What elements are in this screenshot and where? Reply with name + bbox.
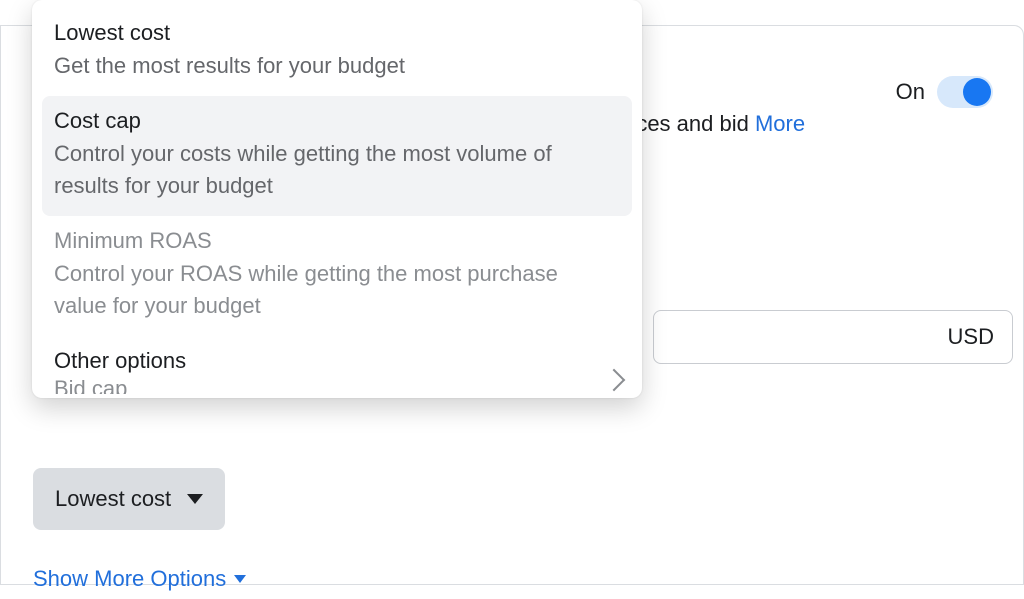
show-more-options-link[interactable]: Show More Options xyxy=(33,566,246,592)
bid-strategy-dropdown[interactable]: Lowest cost Get the most results for you… xyxy=(32,0,642,398)
option-description: Control your costs while getting the mos… xyxy=(54,138,604,202)
toggle-label: On xyxy=(896,79,925,105)
dropdown-option-lowest-cost[interactable]: Lowest cost Get the most results for you… xyxy=(32,8,642,96)
bid-strategy-button-label: Lowest cost xyxy=(55,486,171,512)
dropdown-option-minimum-roas: Minimum ROAS Control your ROAS while get… xyxy=(32,216,642,336)
campaign-budget-toggle[interactable]: On xyxy=(896,76,993,108)
other-options-title: Other options xyxy=(54,348,620,374)
show-more-options-label: Show More Options xyxy=(33,566,226,592)
option-description: Get the most results for your budget xyxy=(54,50,604,82)
dropdown-other-options[interactable]: Other options Bid cap xyxy=(32,336,642,394)
option-title: Cost cap xyxy=(54,108,620,134)
budget-currency-suffix: USD xyxy=(653,310,1013,364)
dropdown-option-cost-cap[interactable]: Cost cap Control your costs while gettin… xyxy=(42,96,632,216)
learn-more-link[interactable]: More xyxy=(755,111,805,136)
caret-down-icon xyxy=(187,494,203,504)
toggle-knob xyxy=(963,78,991,106)
option-title: Minimum ROAS xyxy=(54,228,620,254)
currency-label: USD xyxy=(948,324,994,350)
option-title: Lowest cost xyxy=(54,20,620,46)
caret-down-icon xyxy=(234,575,246,583)
toggle-switch[interactable] xyxy=(937,76,993,108)
option-description: Control your ROAS while getting the most… xyxy=(54,258,604,322)
bid-strategy-button[interactable]: Lowest cost xyxy=(33,468,225,530)
other-options-sub: Bid cap xyxy=(54,376,620,394)
